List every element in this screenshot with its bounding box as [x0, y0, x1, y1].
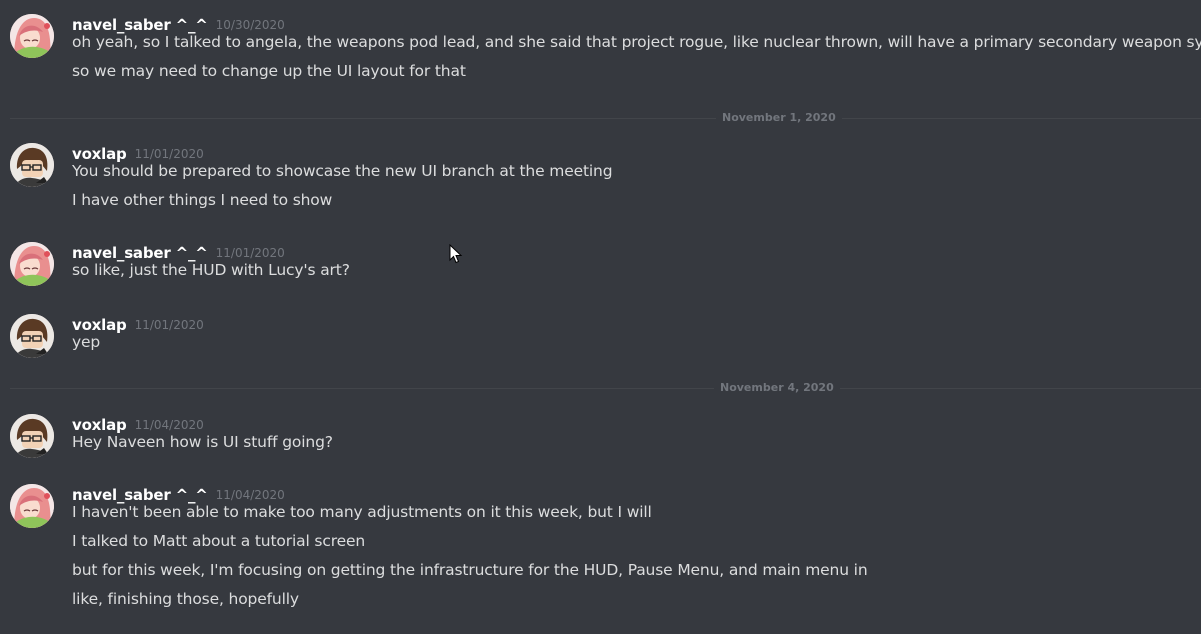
- pixel-character-avatar-icon: [10, 314, 54, 358]
- timestamp: 11/01/2020: [134, 147, 204, 161]
- message-line: I have other things I need to show: [72, 191, 333, 209]
- date-divider-label: November 4, 2020: [714, 381, 840, 395]
- message-line: yep: [72, 333, 101, 351]
- message-content: You should be prepared to showcase the n…: [72, 162, 613, 223]
- divider-line: [10, 388, 1201, 389]
- message-content: oh yeah, so I talked to angela, the weap…: [72, 33, 1201, 94]
- timestamp: 10/30/2020: [215, 18, 285, 32]
- anime-girl-avatar-icon: [10, 484, 54, 528]
- timestamp: 11/04/2020: [134, 418, 204, 432]
- message-line: so like, just the HUD with Lucy's art?: [72, 261, 350, 279]
- avatar-voxlap[interactable]: [10, 143, 54, 187]
- message-content: so like, just the HUD with Lucy's art?: [72, 261, 350, 293]
- timestamp: 11/04/2020: [215, 488, 285, 502]
- timestamp: 11/01/2020: [134, 318, 204, 332]
- message-line: so we may need to change up the UI layou…: [72, 62, 466, 80]
- message-line: Hey Naveen how is UI stuff going?: [72, 433, 333, 451]
- message-line: You should be prepared to showcase the n…: [72, 162, 613, 180]
- mouse-pointer-icon: [449, 244, 463, 264]
- username[interactable]: voxlap: [72, 416, 127, 434]
- username[interactable]: navel_saber ^_^: [72, 16, 208, 34]
- username[interactable]: navel_saber ^_^: [72, 244, 208, 262]
- username[interactable]: navel_saber ^_^: [72, 486, 208, 504]
- pixel-character-avatar-icon: [10, 414, 54, 458]
- message-line: but for this week, I'm focusing on getti…: [72, 561, 868, 579]
- date-divider-label: November 1, 2020: [716, 111, 842, 125]
- message-content: I haven't been able to make too many adj…: [72, 503, 868, 622]
- avatar-navel-saber[interactable]: [10, 14, 54, 58]
- message-line: like, finishing those, hopefully: [72, 590, 299, 608]
- anime-girl-avatar-icon: [10, 242, 54, 286]
- divider-line: [10, 118, 1201, 119]
- message-content: Hey Naveen how is UI stuff going?: [72, 433, 333, 465]
- anime-girl-avatar-icon: [10, 14, 54, 58]
- avatar-navel-saber[interactable]: [10, 242, 54, 286]
- pixel-character-avatar-icon: [10, 143, 54, 187]
- avatar-voxlap[interactable]: [10, 314, 54, 358]
- date-divider: November 4, 2020: [10, 381, 1201, 395]
- date-divider: November 1, 2020: [10, 111, 1201, 125]
- message-line: I haven't been able to make too many adj…: [72, 503, 652, 521]
- message-line: oh yeah, so I talked to angela, the weap…: [72, 33, 1201, 51]
- message-content: yep: [72, 333, 101, 365]
- avatar-voxlap[interactable]: [10, 414, 54, 458]
- avatar-navel-saber[interactable]: [10, 484, 54, 528]
- timestamp: 11/01/2020: [215, 246, 285, 260]
- message-line: I talked to Matt about a tutorial screen: [72, 532, 366, 550]
- username[interactable]: voxlap: [72, 316, 127, 334]
- chat-message-list[interactable]: navel_saber ^_^ 10/30/2020 oh yeah, so I …: [0, 0, 1201, 634]
- username[interactable]: voxlap: [72, 145, 127, 163]
